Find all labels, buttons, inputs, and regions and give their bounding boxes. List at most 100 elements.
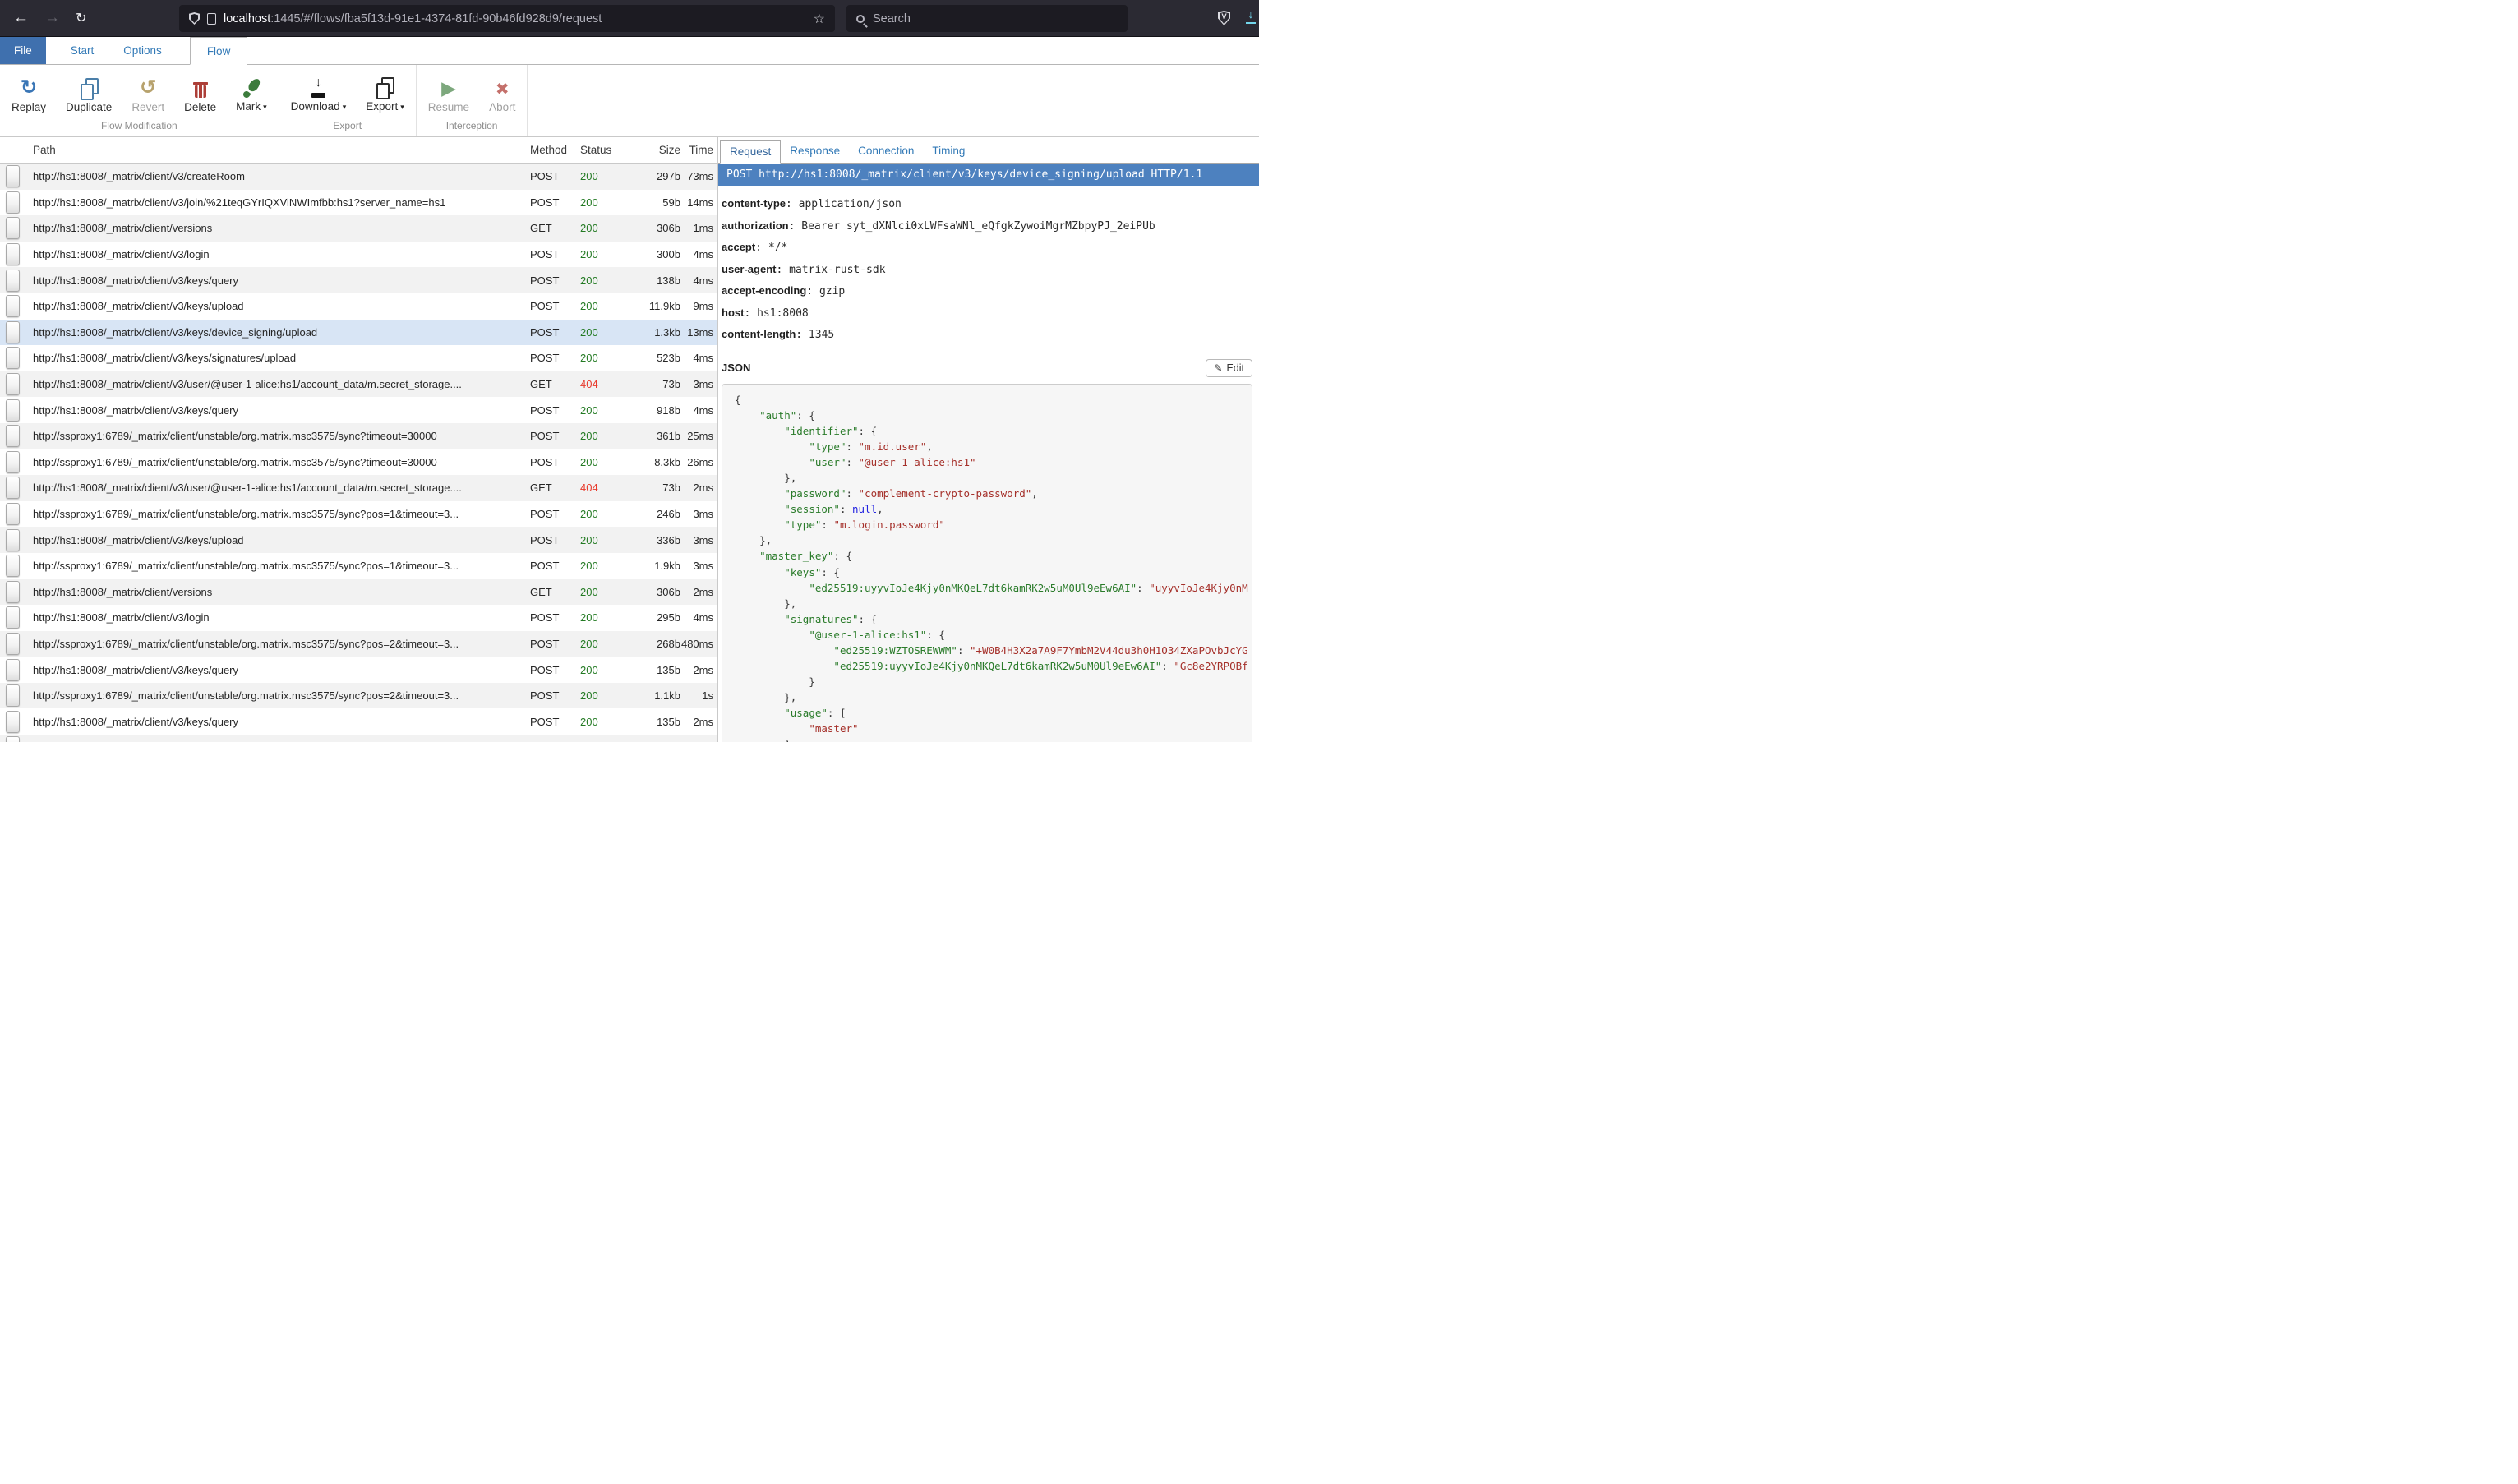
flow-row[interactable]: http://ssproxy1:6789/_matrix/client/unst… (0, 449, 717, 476)
flow-row[interactable]: http://hs1:8008/_matrix/client/v3/user/@… (0, 371, 717, 398)
json-line: }, (735, 470, 1239, 486)
flow-row-button[interactable] (6, 659, 20, 681)
flow-method: POST (526, 689, 575, 702)
toolbar-group-interception: ResumeAbortInterception (417, 65, 528, 136)
flow-row[interactable]: http://hs1:8008/_matrix/client/versionsG… (0, 215, 717, 242)
mark-button[interactable]: Mark▾ (236, 72, 267, 115)
flow-row[interactable]: http://ssproxy1:6789/_matrix/client/unst… (0, 501, 717, 528)
flow-row-button[interactable] (6, 477, 20, 499)
flow-row-button[interactable] (6, 633, 20, 655)
flow-row-button[interactable] (6, 581, 20, 603)
flow-row[interactable]: http://hs1:8008/_matrix/client/v3/keys/d… (0, 320, 717, 346)
json-line: "type": "m.login.password" (735, 517, 1239, 532)
tab-response[interactable]: Response (781, 140, 849, 164)
flow-row-button[interactable] (6, 270, 20, 292)
resume-button[interactable]: Resume (428, 73, 469, 115)
flow-row[interactable]: http://hs1:8008/_matrix/client/v3/loginP… (0, 605, 717, 631)
flow-row[interactable] (0, 735, 717, 742)
tab-request[interactable]: Request (720, 140, 781, 164)
column-header-path[interactable]: Path (0, 144, 526, 156)
flow-row[interactable]: http://ssproxy1:6789/_matrix/client/unst… (0, 631, 717, 657)
flow-row-button[interactable] (6, 321, 20, 343)
flow-time: 13ms (680, 326, 717, 339)
flow-status: 200 (575, 274, 618, 287)
tab-connection[interactable]: Connection (849, 140, 923, 164)
toolbar-group-export: Download▾Export▾Export (279, 65, 417, 136)
json-body[interactable]: { "auth": { "identifier": { "type": "m.i… (722, 384, 1252, 743)
flow-row-button[interactable] (6, 503, 20, 525)
flow-row[interactable]: http://hs1:8008/_matrix/client/v3/keys/q… (0, 657, 717, 683)
flow-row[interactable]: http://ssproxy1:6789/_matrix/client/unst… (0, 423, 717, 449)
flow-path: http://ssproxy1:6789/_matrix/client/unst… (27, 508, 526, 520)
flow-row[interactable]: http://hs1:8008/_matrix/client/v3/keys/s… (0, 345, 717, 371)
flow-row[interactable]: http://hs1:8008/_matrix/client/v3/keys/u… (0, 527, 717, 553)
menu-start[interactable]: Start (66, 37, 99, 64)
tracking-protection-shield-icon[interactable] (189, 12, 200, 25)
button-label: Mark▾ (236, 99, 267, 115)
flow-row[interactable]: http://hs1:8008/_matrix/client/v3/keys/q… (0, 397, 717, 423)
duplicate-button[interactable]: Duplicate (66, 73, 112, 115)
flow-row-button[interactable] (6, 165, 20, 187)
flow-path: http://hs1:8008/_matrix/client/v3/user/@… (27, 482, 526, 494)
url-bar[interactable]: localhost:1445/#/flows/fba5f13d-91e1-437… (179, 5, 835, 32)
flow-row[interactable]: http://ssproxy1:6789/_matrix/client/unst… (0, 553, 717, 579)
forward-button[interactable]: → (44, 8, 60, 28)
column-header-method[interactable]: Method (526, 144, 575, 156)
download-button[interactable]: Download▾ (291, 72, 347, 115)
flow-row-button[interactable] (6, 555, 20, 577)
header-row: user-agent: matrix-rust-sdk (722, 259, 1254, 281)
flow-row[interactable]: http://hs1:8008/_matrix/client/v3/loginP… (0, 242, 717, 268)
column-header-time[interactable]: Time (680, 144, 717, 156)
flow-row-button[interactable] (6, 425, 20, 447)
search-input[interactable] (873, 12, 1118, 25)
flow-row-button[interactable] (6, 373, 20, 395)
toolbar-group-label: Flow Modification (3, 115, 275, 136)
flow-row[interactable]: http://hs1:8008/_matrix/client/v3/join/%… (0, 190, 717, 216)
bookmark-star-icon[interactable]: ☆ (814, 11, 825, 27)
flow-row-button[interactable] (6, 347, 20, 369)
flow-row[interactable]: http://hs1:8008/_matrix/client/v3/user/@… (0, 475, 717, 501)
flow-row-button[interactable] (6, 529, 20, 551)
flow-row-button[interactable] (6, 736, 20, 742)
json-line: }, (735, 532, 1239, 548)
flow-row[interactable]: http://hs1:8008/_matrix/client/versionsG… (0, 579, 717, 606)
flow-time: 25ms (680, 430, 717, 442)
flow-row-button[interactable] (6, 606, 20, 629)
downloads-icon[interactable] (1244, 9, 1257, 25)
flow-row[interactable]: http://ssproxy1:6789/_matrix/client/unst… (0, 683, 717, 709)
flow-row[interactable]: http://hs1:8008/_matrix/client/v3/create… (0, 164, 717, 190)
flow-row[interactable]: http://hs1:8008/_matrix/client/v3/keys/q… (0, 708, 717, 735)
search-bar[interactable] (846, 5, 1128, 32)
flow-row-button[interactable] (6, 217, 20, 239)
cross-icon (496, 79, 510, 99)
flow-time: 9ms (680, 300, 717, 312)
flow-row[interactable]: http://hs1:8008/_matrix/client/v3/keys/u… (0, 293, 717, 320)
flow-row-button[interactable] (6, 243, 20, 265)
tab-timing[interactable]: Timing (923, 140, 974, 164)
column-header-status[interactable]: Status (575, 144, 618, 156)
menu-file[interactable]: File (0, 37, 46, 64)
menu-flow-active-tab[interactable]: Flow (190, 37, 248, 65)
reload-button[interactable]: ↻ (76, 9, 86, 29)
replay-button[interactable]: Replay (12, 73, 46, 115)
export-button[interactable]: Export▾ (366, 72, 404, 115)
flow-size: 300b (618, 248, 680, 260)
extension-shield-icon[interactable] (1218, 11, 1230, 25)
revert-icon (140, 76, 156, 99)
flow-row-button[interactable] (6, 191, 20, 214)
flow-row-button[interactable] (6, 295, 20, 317)
flow-row-button[interactable] (6, 684, 20, 707)
menu-options[interactable]: Options (118, 37, 167, 64)
flow-method: POST (526, 326, 575, 339)
page-info-icon[interactable] (207, 13, 216, 25)
delete-button[interactable]: Delete (184, 73, 216, 115)
back-button[interactable]: ← (13, 8, 29, 28)
flow-row-button[interactable] (6, 711, 20, 733)
flow-row-button[interactable] (6, 451, 20, 473)
flow-row[interactable]: http://hs1:8008/_matrix/client/v3/keys/q… (0, 267, 717, 293)
edit-button[interactable]: Edit (1206, 359, 1252, 377)
abort-button[interactable]: Abort (489, 73, 515, 115)
flow-row-button[interactable] (6, 399, 20, 422)
column-header-size[interactable]: Size (618, 144, 680, 156)
revert-button[interactable]: Revert (131, 73, 164, 115)
